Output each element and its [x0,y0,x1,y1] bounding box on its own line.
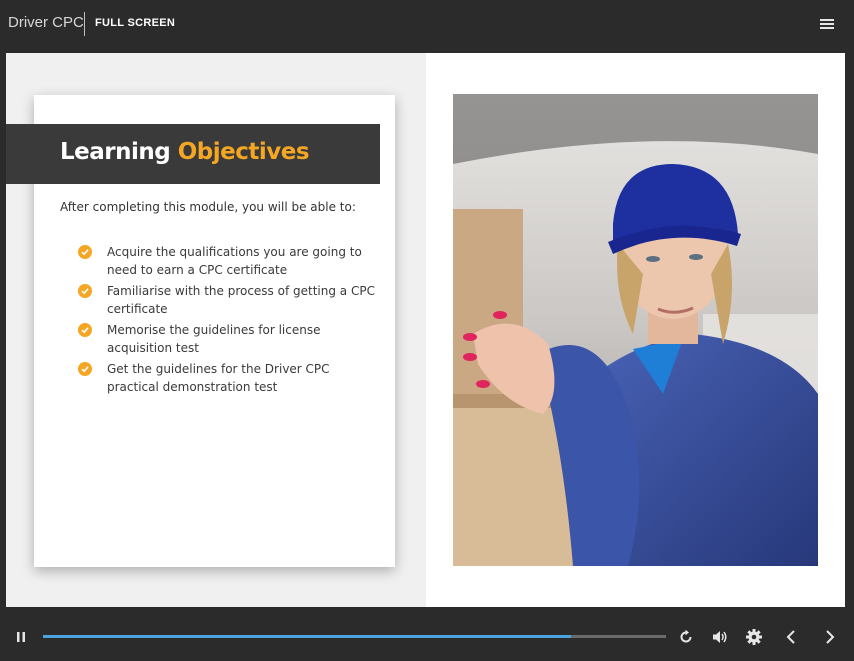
check-circle-icon [78,362,92,376]
objectives-list: Acquire the qualifications you are going… [78,244,378,400]
hamburger-menu-icon[interactable] [818,16,836,32]
next-icon[interactable] [823,629,837,645]
objective-text-line: certificate [107,301,168,316]
objective-text-line: practical demonstration test [107,379,278,394]
slide-title: Learning Objectives [60,139,310,165]
slide-left-pane: Learning Objectives After completing thi… [6,53,426,607]
check-circle-icon [78,323,92,337]
objective-text-line: acquisition test [107,340,199,355]
objective-item: Memorise the guidelines for license acqu… [78,322,378,357]
objective-text-line: Acquire the qualifications you are going… [107,245,362,259]
check-circle-icon [78,284,92,298]
slide-stage: Learning Objectives After completing thi… [6,53,845,607]
pause-icon[interactable] [14,629,28,643]
top-bar: Driver CPC FULL SCREEN [0,0,854,48]
app-title: Driver CPC [8,14,84,31]
header-divider [84,12,85,36]
objective-text-line: Memorise the guidelines for license [107,323,321,337]
objective-text-line: Familiarise with the process of getting … [107,284,375,298]
intro-text: After completing this module, you will b… [60,200,356,214]
delivery-woman-illustration [453,94,818,566]
slide-title-main: Learning [60,139,171,165]
replay-icon[interactable] [678,629,694,645]
check-circle-icon [78,245,92,259]
progress-fill [43,635,571,638]
objective-item: Acquire the qualifications you are going… [78,244,378,279]
previous-icon[interactable] [784,629,798,645]
player-controls [0,615,854,661]
objective-item: Familiarise with the process of getting … [78,283,378,318]
delivery-woman-photo [453,94,818,566]
objective-item: Get the guidelines for the Driver CPC pr… [78,361,378,396]
slide-title-accent: Objectives [177,139,310,165]
objective-text-line: need to earn a CPC certificate [107,262,288,277]
fullscreen-button[interactable]: FULL SCREEN [95,17,175,29]
objective-text-line: Get the guidelines for the Driver CPC [107,362,330,376]
progress-bar[interactable] [43,635,666,638]
volume-icon[interactable] [711,629,729,645]
settings-icon[interactable] [745,628,763,646]
